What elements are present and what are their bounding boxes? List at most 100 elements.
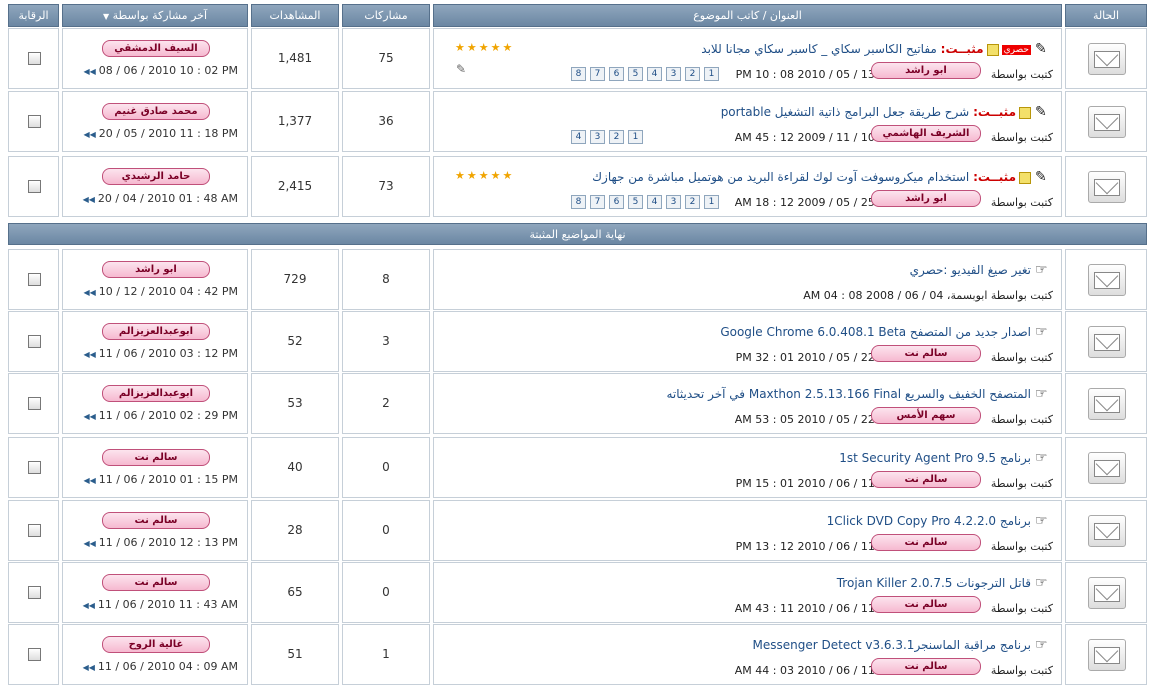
last-poster[interactable]: ابو راشد <box>102 261 210 278</box>
last-poster[interactable]: سالم نت <box>102 512 210 529</box>
page-link[interactable]: 7 <box>590 195 605 209</box>
sticky-icon <box>986 43 999 56</box>
watch-checkbox[interactable] <box>28 52 41 65</box>
sticky-icon <box>1019 106 1031 119</box>
last-poster[interactable]: سالم نت <box>102 574 210 591</box>
replies-count[interactable]: 73 <box>342 156 430 217</box>
status-cell <box>1065 311 1147 372</box>
thread-link[interactable]: برنامج مراقبة الماسنجرMessenger Detect v… <box>753 638 1031 652</box>
header-views[interactable]: المشاهدات <box>251 4 339 27</box>
thread-link[interactable]: المتصفح الخفيف والسريع Maxthon 2.5.13.16… <box>667 387 1032 401</box>
thread-author[interactable]: سالم نت <box>871 534 981 551</box>
last-post-cell: ابوعبدالعزيزالم ◀◀ 11 / 06 / 2010 02 : 29 … <box>62 373 248 434</box>
thread-link[interactable]: برنامج 1st Security Agent Pro 9.5 <box>839 451 1031 465</box>
replies-count[interactable]: 2 <box>342 373 430 434</box>
replies-count[interactable]: 36 <box>342 91 430 152</box>
last-poster[interactable]: حامد الرشيدي <box>102 168 210 185</box>
last-post-date: ◀◀ 11 / 06 / 2010 01 : 15 PM <box>83 473 238 486</box>
go-to-last-post-icon[interactable]: ◀◀ <box>83 663 95 672</box>
page-link[interactable]: 4 <box>647 195 662 209</box>
go-to-last-post-icon[interactable]: ◀◀ <box>83 288 95 297</box>
watch-checkbox[interactable] <box>28 180 41 193</box>
go-to-last-post-icon[interactable]: ◀◀ <box>83 601 95 610</box>
watch-checkbox[interactable] <box>28 461 41 474</box>
replies-count[interactable]: 1 <box>342 624 430 685</box>
thread-author[interactable]: ابو راشد <box>871 62 981 79</box>
page-link[interactable]: 1 <box>628 130 643 144</box>
envelope-icon <box>1088 106 1126 138</box>
thread-link[interactable]: برنامج 1Click DVD Copy Pro 4.2.2.0 <box>827 514 1031 528</box>
table-row: غالية الروح ◀◀ 11 / 06 / 2010 04 : 09 AM 51… <box>0 624 1156 685</box>
last-post-cell: السيف الدمشقي ◀◀ 08 / 06 / 2010 10 : 02 PM <box>62 28 248 89</box>
last-post-cell: محمد صادق غنيم ◀◀ 20 / 05 / 2010 11 : 18 P… <box>62 91 248 152</box>
thread-author[interactable]: الشريف الهاشمي <box>871 125 981 142</box>
last-poster[interactable]: سالم نت <box>102 449 210 466</box>
last-poster[interactable]: ابوعبدالعزيزالم <box>102 323 210 340</box>
watch-checkbox[interactable] <box>28 335 41 348</box>
watch-checkbox[interactable] <box>28 524 41 537</box>
topic-icon: ☞ <box>1035 324 1048 340</box>
page-link[interactable]: 4 <box>647 67 662 81</box>
page-link[interactable]: 2 <box>685 67 700 81</box>
page-link[interactable]: 3 <box>666 67 681 81</box>
go-to-last-post-icon[interactable]: ◀◀ <box>83 412 95 421</box>
thread-link[interactable]: تغير صيغ الفيديو :حصري <box>910 263 1031 277</box>
thread-author[interactable]: سالم نت <box>871 471 981 488</box>
page-link[interactable]: 4 <box>571 130 586 144</box>
header-watch[interactable]: الرقابة <box>8 4 59 27</box>
last-poster[interactable]: غالية الروح <box>102 636 210 653</box>
last-poster[interactable]: محمد صادق غنيم <box>102 103 210 120</box>
page-link[interactable]: 5 <box>628 195 643 209</box>
go-to-last-post-icon[interactable]: ◀◀ <box>83 67 95 76</box>
watch-checkbox[interactable] <box>28 115 41 128</box>
watch-checkbox[interactable] <box>28 273 41 286</box>
go-to-last-post-icon[interactable]: ◀◀ <box>83 539 95 548</box>
page-link[interactable]: 3 <box>590 130 605 144</box>
thread-link[interactable]: قاتل الترجونات Trojan Killer 2.0.7.5 <box>837 576 1031 590</box>
watch-checkbox[interactable] <box>28 648 41 661</box>
thread-author[interactable]: ابو راشد <box>871 190 981 207</box>
replies-count[interactable]: 0 <box>342 437 430 498</box>
sort-desc-icon[interactable]: ▼ <box>103 12 109 21</box>
thread-title: تغير صيغ الفيديو :حصري <box>910 263 1031 277</box>
thread-link[interactable]: مفاتيح الكاسبر سكاي _ كاسبر سكاي مجانا ل… <box>701 42 937 56</box>
last-poster[interactable]: السيف الدمشقي <box>102 40 210 57</box>
page-link[interactable]: 8 <box>571 67 586 81</box>
page-link[interactable]: 5 <box>628 67 643 81</box>
thread-author-inline[interactable]: ابوبسمة، 04 / 06 / 2008 08 : 04 AM <box>803 289 987 302</box>
page-link[interactable]: 8 <box>571 195 586 209</box>
last-poster[interactable]: ابوعبدالعزيزالم <box>102 385 210 402</box>
watch-checkbox[interactable] <box>28 397 41 410</box>
header-title[interactable]: العنوان / كاتب الموضوع <box>433 4 1062 27</box>
thread-link[interactable]: استخدام ميكروسوفت آوت لوك لقراءة البريد … <box>592 170 969 184</box>
thread-author[interactable]: سالم نت <box>871 596 981 613</box>
page-link[interactable]: 3 <box>666 195 681 209</box>
page-link[interactable]: 1 <box>704 67 719 81</box>
replies-count[interactable]: 8 <box>342 249 430 310</box>
page-link[interactable]: 7 <box>590 67 605 81</box>
header-last-post[interactable]: ▼ آخر مشاركة بواسطة <box>62 4 248 27</box>
thread-title: برنامج 1Click DVD Copy Pro 4.2.2.0 <box>827 514 1031 528</box>
watch-checkbox[interactable] <box>28 586 41 599</box>
page-link[interactable]: 2 <box>685 195 700 209</box>
thread-link[interactable]: اصدار جديد من المتصفح Google Chrome 6.0.… <box>720 325 1031 339</box>
page-link[interactable]: 2 <box>609 130 624 144</box>
page-link[interactable]: 1 <box>704 195 719 209</box>
page-link[interactable]: 6 <box>609 67 624 81</box>
go-to-last-post-icon[interactable]: ◀◀ <box>83 476 95 485</box>
topic-icon: ☞ <box>1035 262 1048 278</box>
replies-count[interactable]: 0 <box>342 500 430 561</box>
thread-author[interactable]: سالم نت <box>871 345 981 362</box>
go-to-last-post-icon[interactable]: ◀◀ <box>83 195 95 204</box>
thread-link[interactable]: شرح طريقة جعل البرامج ذاتية التشغيل port… <box>721 105 970 119</box>
title-cell: ☞ برنامج مراقبة الماسنجرMessenger Detect … <box>433 624 1062 685</box>
go-to-last-post-icon[interactable]: ◀◀ <box>83 350 95 359</box>
thread-author[interactable]: سالم نت <box>871 658 981 675</box>
header-replies[interactable]: مشاركات <box>342 4 430 27</box>
page-link[interactable]: 6 <box>609 195 624 209</box>
replies-count[interactable]: 0 <box>342 562 430 623</box>
replies-count[interactable]: 75 <box>342 28 430 89</box>
go-to-last-post-icon[interactable]: ◀◀ <box>83 130 95 139</box>
thread-author[interactable]: سهم الأمس <box>871 407 981 424</box>
replies-count[interactable]: 3 <box>342 311 430 372</box>
